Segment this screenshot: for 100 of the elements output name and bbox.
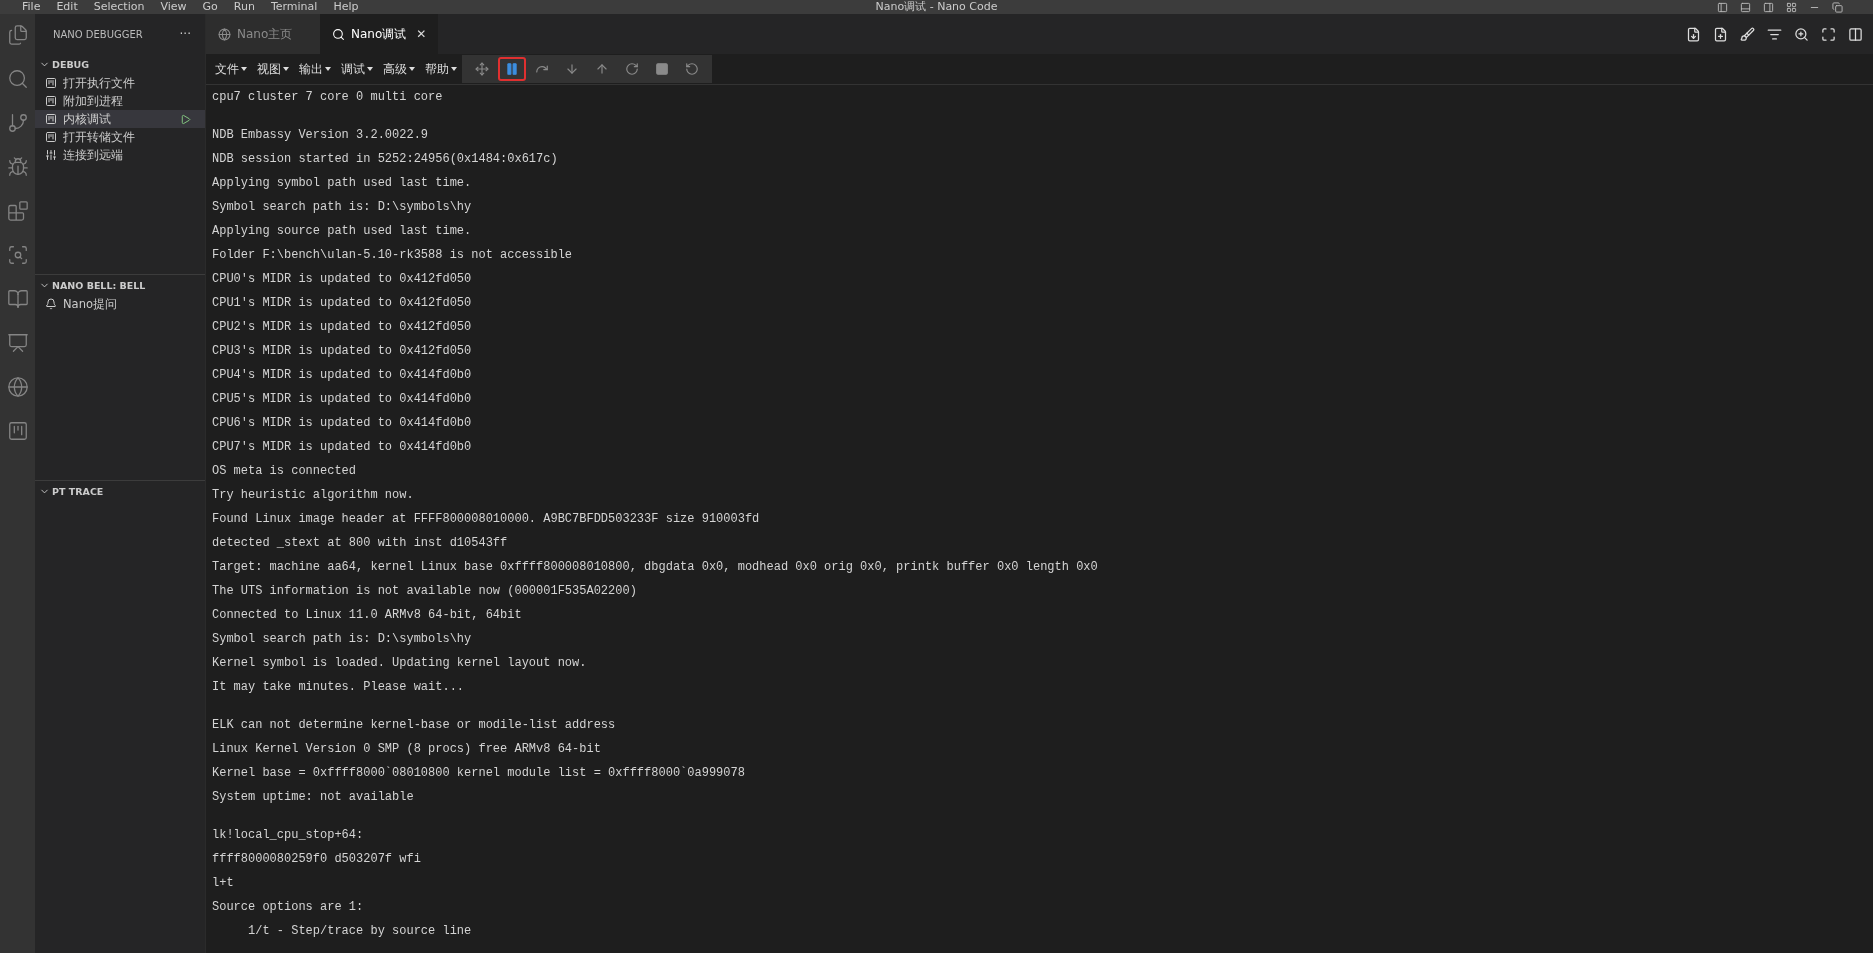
console-line: Source options are 1: [212, 899, 365, 916]
menu-item[interactable]: Help [333, 1, 359, 13]
menu-item[interactable]: Run [233, 1, 255, 13]
console-line: CPU2's MIDR is updated to 0x412fd050 [212, 319, 473, 336]
section-title[interactable]: DEBUG [52, 58, 90, 70]
disconnect-icon [685, 62, 699, 76]
console-line: Symbol search path is: D:\symbols\hy [212, 199, 473, 216]
scan-search-icon[interactable] [6, 244, 29, 266]
file-down-icon[interactable] [1686, 26, 1701, 42]
filter-icon[interactable] [1767, 26, 1782, 42]
sidebar-item[interactable]: 内核调试 [35, 110, 205, 128]
console-line: detected _stext at 800 with inst d10543ff [212, 535, 509, 552]
board-icon[interactable] [6, 420, 29, 442]
console-line: Kernel symbol is loaded. Updating kernel layout now. [212, 655, 588, 672]
pause-button[interactable] [498, 57, 526, 81]
presentation-icon[interactable] [6, 332, 29, 354]
console-line: ELK can not determine kernel-base or modile-list address [212, 717, 617, 734]
fullscreen-icon[interactable] [1821, 26, 1836, 42]
extensions-icon[interactable] [6, 200, 29, 222]
sidebar-item[interactable]: 打开转储文件 [35, 128, 205, 146]
book-icon[interactable] [6, 288, 29, 310]
search-icon [332, 27, 345, 41]
caret-icon [241, 67, 247, 71]
stop-icon [655, 62, 669, 76]
toolbar-menu[interactable]: 视图 [252, 60, 294, 78]
item-label: 打开执行文件 [63, 75, 135, 91]
console-line: Target: machine aa64, kernel Linux base 0xffff800008010800, dbgdata 0x0, modhead 0x0 orig 0x0, printk buffer 0x0 length 0x0 [212, 559, 1099, 576]
sidebar-title: NANO DEBUGGER [53, 28, 143, 40]
console-line: Folder F:\bench\ulan-5.10-rk3588 is not accessible [212, 247, 574, 264]
toolbar-menu[interactable]: 调试 [336, 60, 378, 78]
console-line: CPU6's MIDR is updated to 0x414fd0b0 [212, 415, 473, 432]
menu-item[interactable]: View [160, 1, 187, 13]
toolbar-menu[interactable]: 输出 [294, 60, 336, 78]
section-title[interactable]: PT TRACE [52, 485, 104, 497]
caret-icon [451, 67, 457, 71]
caret-icon [283, 67, 289, 71]
menu-item[interactable]: Go [202, 1, 218, 13]
sidebar-item[interactable]: 附加到进程 [35, 92, 205, 110]
home-tab-icon [218, 27, 231, 41]
console-line: lk!local_cpu_stop+64: [212, 827, 365, 844]
menu-item[interactable]: Terminal [270, 1, 318, 13]
console-line: CPU5's MIDR is updated to 0x414fd0b0 [212, 391, 473, 408]
console-line: CPU0's MIDR is updated to 0x412fd050 [212, 271, 473, 288]
pause-icon [505, 62, 519, 76]
board-icon [45, 95, 57, 107]
item-label: Nano提问 [63, 296, 117, 312]
console-line: Kernel base = 0xffff8000`08010800 kernel module list = 0xffff8000`0a999078 [212, 765, 746, 782]
menu-item[interactable]: File [22, 1, 41, 13]
sidebar-item[interactable]: Nano提问 [35, 295, 205, 313]
console-line: The UTS information is not available now (000001F535A02200) [212, 583, 638, 600]
board-icon [45, 77, 57, 89]
globe-icon[interactable] [6, 376, 29, 398]
panel-left-icon[interactable] [1717, 1, 1728, 13]
sliders-icon [45, 149, 57, 161]
bell-icon [45, 298, 57, 310]
toolbar-menu[interactable]: 高级 [378, 60, 420, 78]
console-line: Try heuristic algorithm now. [212, 487, 415, 504]
play-icon[interactable] [180, 113, 191, 125]
console-line: ffff8000080259f0 d503207f wfi [212, 851, 422, 868]
tab[interactable]: Nano主页 [206, 14, 320, 54]
toolbar-menu[interactable]: 帮助 [420, 60, 462, 78]
panel-right-icon[interactable] [1763, 1, 1774, 13]
panel-bottom-icon[interactable] [1740, 1, 1751, 13]
console-line: CPU7's MIDR is updated to 0x414fd0b0 [212, 439, 473, 456]
step-out-icon [595, 62, 609, 76]
console-line: CPU3's MIDR is updated to 0x412fd050 [212, 343, 473, 360]
console-line: CPU1's MIDR is updated to 0x412fd050 [212, 295, 473, 312]
move-icon [475, 62, 489, 76]
layout-icon[interactable] [1786, 1, 1797, 13]
toolbar-menu[interactable]: 文件 [210, 60, 252, 78]
sidebar-item[interactable]: 打开执行文件 [35, 74, 205, 92]
files-icon[interactable] [6, 24, 29, 46]
split-icon[interactable] [1848, 26, 1863, 42]
zoom-icon[interactable] [1794, 26, 1809, 42]
file-add-icon[interactable] [1713, 26, 1728, 42]
console-line: OS meta is connected [212, 463, 358, 480]
item-label: 内核调试 [63, 111, 111, 127]
tab[interactable]: Nano调试 ✕ [320, 14, 439, 54]
console-line: Applying source path used last time. [212, 223, 473, 240]
close-button[interactable]: ✕ [416, 27, 427, 41]
search-icon[interactable] [6, 68, 29, 90]
console-line: It may take minutes. Please wait... [212, 679, 466, 696]
console-line: 1/t - Step/trace by source line [247, 923, 473, 940]
bug-icon[interactable] [6, 156, 29, 178]
console-line: NDB Embassy Version 3.2.0022.9 [212, 127, 430, 144]
tab-label: Nano主页 [237, 25, 293, 43]
console-line: NDB session started in 5252:24956(0x1484:0x617c) [212, 151, 559, 168]
menu-item[interactable]: Edit [56, 1, 78, 13]
restore-icon[interactable] [1832, 1, 1843, 13]
console-line: Linux Kernel Version 0 SMP (8 procs) free ARMv8 64-bit [212, 741, 602, 758]
more-actions[interactable]: ··· [179, 27, 191, 41]
brush-icon[interactable] [1740, 26, 1755, 42]
section-title[interactable]: NANO BELL: BELL [52, 279, 146, 291]
item-label: 附加到进程 [63, 93, 123, 109]
console-line: System uptime: not available [212, 789, 415, 806]
branch-icon[interactable] [6, 112, 29, 134]
caret-icon [409, 67, 415, 71]
console-line: Applying symbol path used last time. [212, 175, 473, 192]
sidebar-item[interactable]: 连接到远端 [35, 146, 205, 164]
menu-item[interactable]: Selection [93, 1, 145, 13]
